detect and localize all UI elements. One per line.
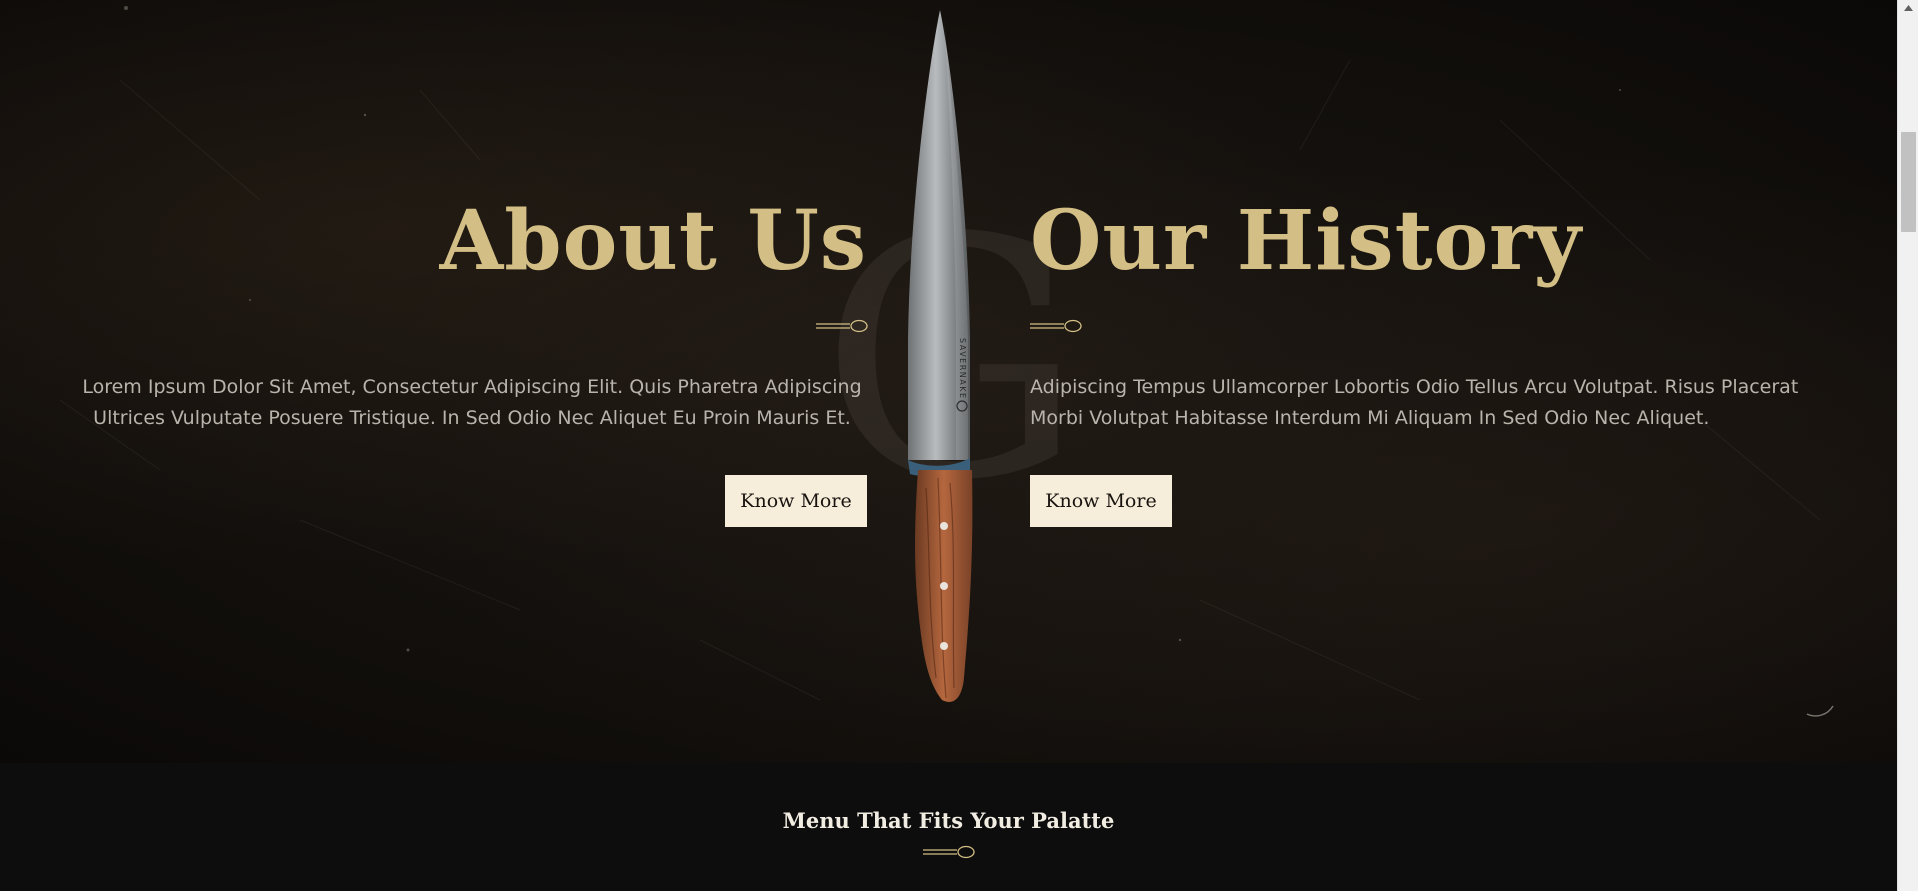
spoon-divider-icon — [816, 319, 868, 333]
history-know-more-button[interactable]: Know More — [1030, 475, 1172, 527]
spoon-divider-icon — [923, 845, 975, 859]
knife-brand-text: SAVERNAKE — [958, 338, 967, 400]
history-text: Adipiscing Tempus Ullamcorper Lobortis O… — [1030, 376, 1799, 429]
scroll-thumb[interactable] — [1901, 132, 1916, 232]
scroll-up-arrow-icon[interactable] — [1898, 0, 1918, 16]
about-text: Lorem Ipsum Dolor Sit Amet, Consectetur … — [82, 376, 862, 429]
history-heading: Our History — [1030, 193, 1583, 289]
page-viewport: G About Us Lorem Ipsum Dolor Sit Amet, C… — [0, 0, 1897, 891]
menu-title: Menu That Fits Your Palatte — [782, 808, 1115, 833]
about-history-section: G About Us Lorem Ipsum Dolor Sit Amet, C… — [0, 0, 1897, 763]
about-heading: About Us — [439, 193, 867, 289]
decorative-curl-icon — [1806, 705, 1834, 717]
spoon-divider-icon — [1030, 319, 1082, 333]
vertical-scrollbar[interactable] — [1897, 0, 1918, 891]
about-know-more-button[interactable]: Know More — [725, 475, 867, 527]
knife-image: SAVERNAKE — [908, 10, 973, 702]
